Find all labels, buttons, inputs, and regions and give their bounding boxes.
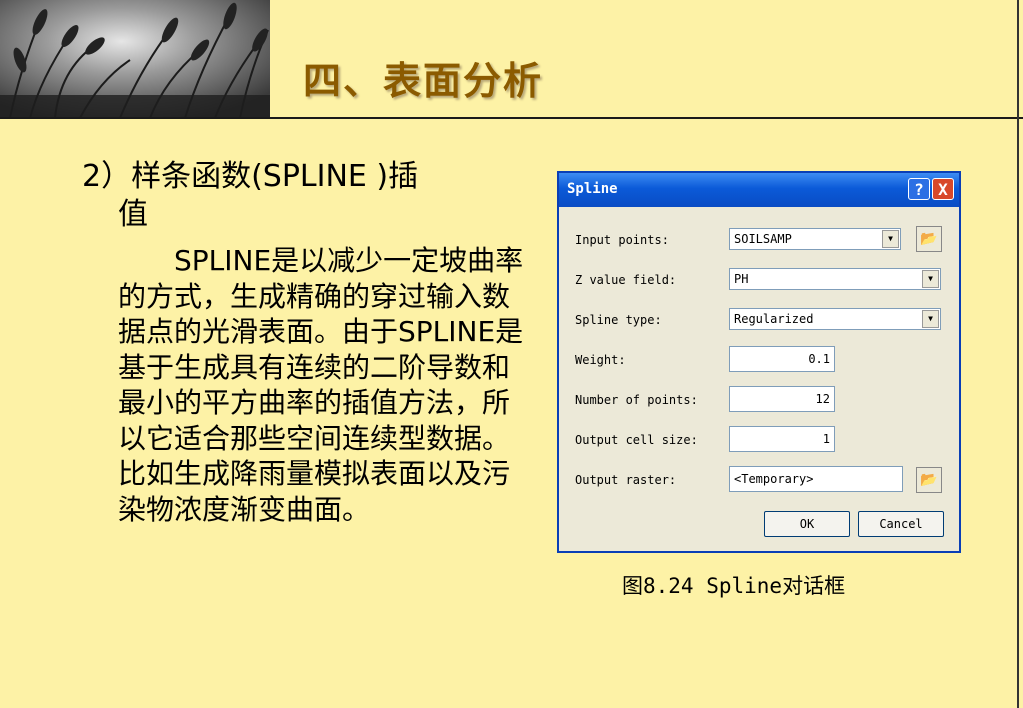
close-button[interactable]: X (932, 178, 954, 200)
z-value-select[interactable]: PH ▼ (729, 268, 941, 290)
wheat-field-image (0, 0, 270, 118)
dialog-titlebar[interactable]: Spline ? X (559, 173, 959, 207)
input-points-label: Input points: (575, 233, 669, 247)
z-value-value: PH (734, 272, 749, 286)
slide-title: 四、表面分析 (303, 59, 544, 103)
wheat-photo (0, 0, 270, 118)
chevron-down-icon[interactable]: ▼ (882, 230, 899, 248)
output-raster-label: Output raster: (575, 473, 677, 487)
figure-caption: 图8.24 Spline对话框 (622, 574, 846, 598)
cancel-button[interactable]: Cancel (858, 511, 944, 537)
input-points-select[interactable]: SOILSAMP ▼ (729, 228, 901, 250)
header-divider (0, 117, 1023, 119)
chevron-down-icon[interactable]: ▼ (922, 310, 939, 328)
help-button[interactable]: ? (908, 178, 930, 200)
spline-type-label: Spline type: (575, 313, 662, 327)
cell-size-input[interactable]: 1 (729, 426, 835, 452)
folder-open-icon[interactable]: 📂 (916, 226, 942, 252)
weight-label: Weight: (575, 353, 626, 367)
section-heading: 2）样条函数(SPLINE )插 值 (82, 158, 522, 234)
dialog-title: Spline (567, 181, 618, 197)
cell-size-label: Output cell size: (575, 433, 698, 447)
body-paragraph: SPLINE是以减少一定坡曲率的方式，生成精确的穿过输入数据点的光滑表面。由于S… (118, 244, 524, 526)
heading-continuation: 值 (118, 197, 148, 232)
ok-button[interactable]: OK (764, 511, 850, 537)
input-points-value: SOILSAMP (734, 232, 792, 246)
z-value-label: Z value field: (575, 273, 677, 287)
num-points-label: Number of points: (575, 393, 698, 407)
weight-input[interactable]: 0.1 (729, 346, 835, 372)
chevron-down-icon[interactable]: ▼ (922, 270, 939, 288)
folder-open-icon[interactable]: 📂 (916, 467, 942, 493)
output-raster-input[interactable]: <Temporary> (729, 466, 903, 492)
right-divider (1017, 0, 1019, 708)
spline-type-value: Regularized (734, 312, 814, 326)
spline-dialog: Spline ? X Input points: SOILSAMP ▼ 📂 Z … (557, 171, 961, 553)
heading-text: 2）样条函数(SPLINE )插 (82, 159, 419, 194)
num-points-input[interactable]: 12 (729, 386, 835, 412)
spline-type-select[interactable]: Regularized ▼ (729, 308, 941, 330)
